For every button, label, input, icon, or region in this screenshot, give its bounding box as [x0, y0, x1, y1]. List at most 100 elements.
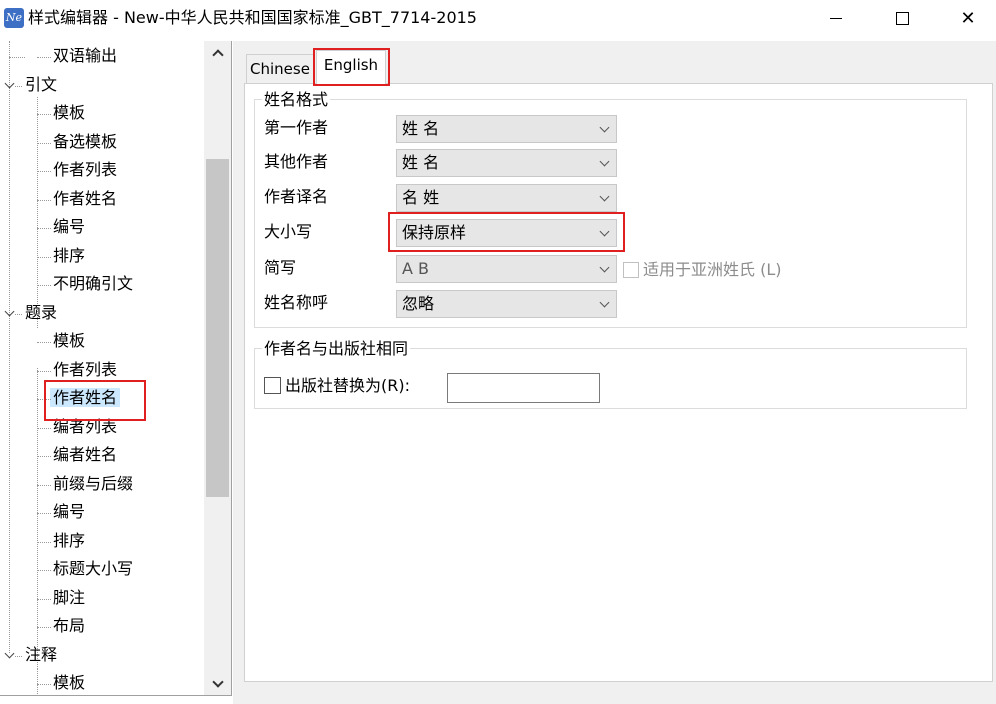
author-translation-value: 名 姓: [402, 188, 440, 207]
maximize-icon: [895, 11, 909, 25]
tree-line: [37, 257, 51, 258]
tree-leaf[interactable]: 布局: [50, 613, 88, 639]
expand-toggle[interactable]: [3, 72, 15, 98]
scroll-down-button[interactable]: [204, 672, 231, 695]
name-salutation-select[interactable]: 忽略: [396, 290, 617, 318]
tree-leaf[interactable]: 标题大小写: [50, 556, 136, 582]
tree-line: [37, 627, 51, 628]
chevron-down-icon: [599, 297, 610, 308]
tree-line: [37, 542, 51, 543]
tab-english[interactable]: English: [316, 50, 386, 85]
tree-item-label: 作者姓名: [53, 189, 118, 208]
tree-line: [37, 285, 51, 286]
tree-leaf[interactable]: 作者姓名: [50, 385, 121, 411]
tree-node[interactable]: 注释: [22, 642, 60, 668]
capitalization-label: 大小写: [264, 222, 313, 241]
close-button[interactable]: ✕: [945, 0, 991, 36]
tree-leaf[interactable]: 双语输出: [50, 43, 120, 69]
abbreviation-value: A B: [402, 259, 430, 278]
tree-leaf[interactable]: 编号: [50, 214, 88, 240]
tree-item-label: 编者列表: [53, 417, 118, 436]
tree-node[interactable]: 题录: [22, 300, 60, 326]
tree-line: [37, 171, 51, 172]
tree-line: [37, 228, 51, 229]
tree-leaf[interactable]: 排序: [50, 528, 88, 554]
tree-leaf[interactable]: 编号: [50, 499, 88, 525]
chevron-down-icon: [4, 78, 14, 88]
publisher-group-title: 作者名与出版社相同: [262, 339, 411, 359]
title-bar: Ne 样式编辑器 - New-中华人民共和国国家标准_GBT_7714-2015…: [0, 0, 996, 38]
tab-chinese[interactable]: Chinese: [246, 54, 314, 84]
tree-leaf[interactable]: 模板: [50, 670, 88, 695]
maximize-button[interactable]: [879, 0, 925, 36]
tree-item-label: 模板: [53, 331, 86, 350]
tree-line: [37, 428, 51, 429]
chevron-down-icon: [599, 156, 610, 167]
tree-item-label: 作者姓名: [50, 388, 121, 407]
chevron-down-icon: [599, 262, 610, 273]
minimize-icon: [830, 17, 842, 19]
tree-line: [37, 57, 51, 58]
abbreviation-select[interactable]: A B: [396, 255, 617, 283]
author-translation-select[interactable]: 名 姓: [396, 184, 617, 212]
tree-leaf[interactable]: 不明确引文: [50, 271, 136, 297]
other-authors-select[interactable]: 姓 名: [396, 149, 617, 177]
tree-leaf[interactable]: 编者列表: [50, 414, 120, 440]
tree-leaf[interactable]: 作者姓名: [50, 186, 120, 212]
minimize-button[interactable]: [813, 0, 859, 36]
first-author-select[interactable]: 姓 名: [396, 115, 617, 143]
tree-leaf[interactable]: 编者姓名: [50, 442, 120, 468]
tree-item-label: 脚注: [53, 588, 86, 607]
tree-line: [37, 599, 51, 600]
tree-scrollbar[interactable]: [204, 41, 231, 695]
capitalization-value: 保持原样: [402, 223, 467, 242]
tree-line: [37, 399, 51, 400]
abbreviation-label: 简写: [264, 258, 297, 277]
chevron-down-icon: [599, 191, 610, 202]
publisher-replace-checkbox[interactable]: [264, 377, 281, 394]
tree-item-label: 模板: [53, 673, 86, 692]
scrollbar-thumb[interactable]: [206, 159, 229, 497]
tree-leaf[interactable]: 模板: [50, 100, 88, 126]
tree-line: [37, 570, 51, 571]
chevron-down-icon: [4, 306, 14, 316]
tree-line: [37, 97, 38, 328]
tree-leaf[interactable]: 脚注: [50, 585, 88, 611]
name-format-group-title: 姓名格式: [262, 90, 331, 110]
tree-line: [37, 143, 51, 144]
tree-leaf[interactable]: 排序: [50, 243, 88, 269]
publisher-replace-input[interactable]: [447, 373, 600, 403]
publisher-replace-label: 出版社替换为(R):: [285, 376, 410, 395]
tree-line: [37, 200, 51, 201]
tree-line: [37, 668, 38, 695]
tree-line: [15, 314, 22, 315]
chevron-up-icon: [211, 49, 224, 61]
expand-toggle[interactable]: [3, 300, 15, 326]
app-icon: Ne: [4, 8, 24, 28]
tree-item-label: 引文: [25, 75, 58, 94]
chevron-down-icon: [599, 122, 610, 133]
tree-item-label: 不明确引文: [53, 274, 134, 293]
tree-item-label: 编号: [53, 217, 86, 236]
tree-item-label: 题录: [25, 303, 58, 322]
chevron-down-icon: [211, 676, 224, 688]
scroll-up-button[interactable]: [204, 41, 231, 65]
tree-leaf[interactable]: 备选模板: [50, 129, 120, 155]
tree-node[interactable]: 引文: [22, 72, 60, 98]
tree-leaf[interactable]: 模板: [50, 328, 88, 354]
tree-leaf[interactable]: 作者列表: [50, 357, 120, 383]
name-salutation-value: 忽略: [402, 294, 435, 313]
tree-item-label: 双语输出: [53, 46, 118, 65]
capitalization-select[interactable]: 保持原样: [396, 219, 617, 247]
tree-leaf[interactable]: 作者列表: [50, 157, 120, 183]
tree-line: [37, 114, 51, 115]
name-salutation-label: 姓名称呼: [264, 293, 329, 312]
window-title: 样式编辑器 - New-中华人民共和国国家标准_GBT_7714-2015: [28, 8, 477, 27]
expand-toggle[interactable]: [3, 642, 15, 668]
tree-line: [37, 368, 38, 669]
tree-item-label: 作者列表: [53, 160, 118, 179]
tree-item-label: 标题大小写: [53, 559, 134, 578]
tree-item-label: 编号: [53, 502, 86, 521]
asian-names-checkbox[interactable]: [623, 262, 639, 278]
tree-leaf[interactable]: 前缀与后缀: [50, 471, 136, 497]
